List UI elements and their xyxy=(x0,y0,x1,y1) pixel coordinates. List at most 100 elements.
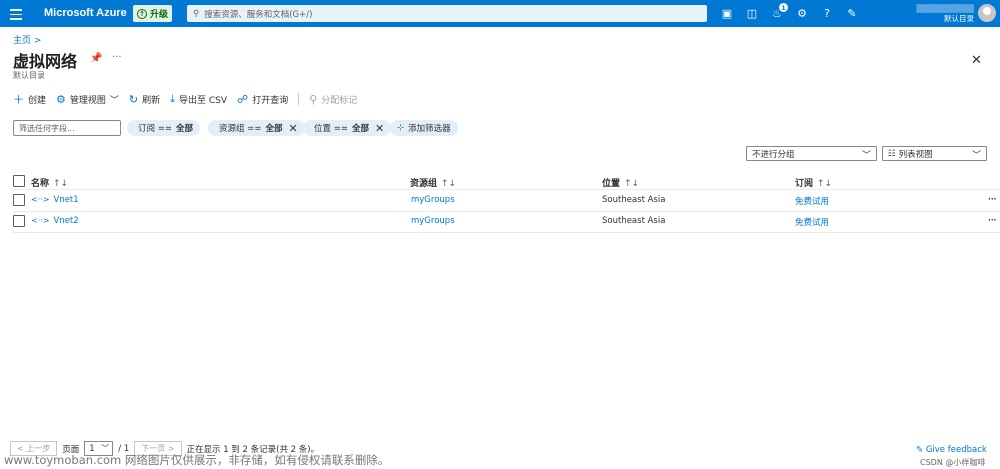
location-cell: Southeast Asia xyxy=(602,195,666,205)
resource-group-link[interactable]: myGroups xyxy=(411,216,455,226)
header-label: 资源组 xyxy=(410,179,438,189)
manage-view-label: 管理视图 xyxy=(69,95,106,106)
row-checkbox[interactable] xyxy=(13,194,25,206)
sort-icon: ↑↓ xyxy=(817,179,833,189)
notifications-icon[interactable]: ♨ 1 xyxy=(768,3,788,22)
filter-value: 全部 xyxy=(175,124,193,134)
refresh-label: 刷新 xyxy=(142,95,161,106)
directory-filter-icon[interactable]: ◫ xyxy=(743,4,761,22)
select-all-checkbox[interactable] xyxy=(13,175,25,187)
feedback-icon[interactable]: ✎ xyxy=(843,4,861,22)
virtual-network-icon: <··> xyxy=(31,195,50,204)
assign-tags-label: 分配标记 xyxy=(321,95,358,106)
filter-field-input[interactable]: 筛选任何字段... xyxy=(13,120,121,136)
close-icon[interactable]: ✕ xyxy=(375,122,384,135)
subscription-link[interactable]: 免费试用 xyxy=(795,195,829,207)
header-label: 位置 xyxy=(602,179,621,189)
upgrade-button[interactable]: ↑ 升级 xyxy=(133,5,173,22)
filter-key: 订阅 == xyxy=(138,124,172,134)
list-view-icon: ☷ xyxy=(888,148,896,159)
page-subtitle: 默认目录 xyxy=(13,71,45,80)
give-feedback-link[interactable]: ✎ Give feedback xyxy=(916,445,987,455)
row-checkbox[interactable] xyxy=(13,215,25,227)
search-placeholder: 搜索资源、服务和文档(G+/) xyxy=(204,9,313,20)
assign-tags-button[interactable]: ⚲ 分配标记 xyxy=(309,93,357,106)
sort-icon: ↑↓ xyxy=(53,179,69,189)
filter-value: 全部 xyxy=(265,124,283,134)
chevron-down-icon: ﹀ xyxy=(109,95,119,106)
add-filter-button[interactable]: ⊹ 添加筛选器 xyxy=(390,120,458,136)
create-label: 创建 xyxy=(28,95,47,106)
virtual-network-icon: <··> xyxy=(31,216,50,225)
more-actions-icon[interactable]: ··· xyxy=(988,213,998,227)
close-icon[interactable]: ✕ xyxy=(288,122,297,135)
user-directory: 默认目录 xyxy=(944,14,974,23)
create-button[interactable]: ＋ 创建 xyxy=(13,91,46,107)
open-query-button[interactable]: ☍ 打开查询 xyxy=(237,93,288,106)
grouping-dropdown[interactable]: 不进行分组 ﹀ xyxy=(746,146,877,161)
help-icon[interactable]: ? xyxy=(818,4,836,22)
resource-group-link[interactable]: myGroups xyxy=(411,195,455,205)
subscription-link[interactable]: 免费试用 xyxy=(795,216,829,228)
pin-icon[interactable]: 📌 xyxy=(90,53,102,64)
close-icon[interactable]: ✕ xyxy=(971,53,982,68)
refresh-icon: ↻ xyxy=(128,92,139,106)
table-row[interactable]: <··> Vnet1 myGroups Southeast Asia 免费试用 ·… xyxy=(13,191,1000,212)
export-csv-button[interactable]: ⤓ 导出至 CSV xyxy=(170,92,227,106)
csdn-watermark: CSDN @小样咖啡 xyxy=(920,458,986,467)
grouping-value: 不进行分组 xyxy=(752,149,795,160)
plus-icon: ＋ xyxy=(13,93,24,106)
tag-icon: ⚲ xyxy=(309,92,318,106)
cloud-shell-icon[interactable]: ▣ xyxy=(718,4,736,22)
sort-icon: ↑↓ xyxy=(441,179,457,189)
gear-icon: ⚙ xyxy=(56,92,66,106)
vnet-name-cell[interactable]: <··> Vnet1 xyxy=(31,195,79,205)
open-query-label: 打开查询 xyxy=(252,95,289,106)
vnet-link[interactable]: Vnet1 xyxy=(54,195,79,205)
search-icon: ⚲ xyxy=(193,8,200,19)
table-header: 名称 ↑↓ 资源组 ↑↓ 位置 ↑↓ 订阅 ↑↓ xyxy=(13,172,1000,190)
feedback-icon: ✎ xyxy=(916,445,924,455)
brand-logo[interactable]: Microsoft Azure xyxy=(44,7,127,19)
column-header-resource-group[interactable]: 资源组 ↑↓ xyxy=(410,176,456,189)
export-csv-label: 导出至 CSV xyxy=(179,95,228,106)
chevron-down-icon: ﹀ xyxy=(861,151,871,161)
subscription-filter-pill[interactable]: 订阅 == 全部 xyxy=(127,120,200,136)
global-search-input[interactable]: ⚲ 搜索资源、服务和文档(G+/) xyxy=(187,5,707,22)
view-mode-value: 列表视图 xyxy=(898,149,933,160)
sort-icon: ↑↓ xyxy=(624,179,640,189)
filter-key: 资源组 == xyxy=(219,124,262,134)
manage-view-button[interactable]: ⚙ 管理视图 ﹀ xyxy=(56,93,119,106)
upgrade-label: 升级 xyxy=(150,10,169,20)
filter-key: 位置 == xyxy=(314,124,348,134)
avatar[interactable] xyxy=(978,4,996,22)
more-options-icon[interactable]: ··· xyxy=(112,52,122,63)
settings-gear-icon[interactable]: ⚙ xyxy=(793,4,811,22)
more-actions-icon[interactable]: ··· xyxy=(988,192,998,206)
vnet-link[interactable]: Vnet2 xyxy=(54,216,79,226)
vnet-name-cell[interactable]: <··> Vnet2 xyxy=(31,216,79,226)
toolbar-divider xyxy=(298,93,300,105)
header-label: 订阅 xyxy=(795,179,814,189)
notification-badge: 1 xyxy=(779,3,788,12)
add-filter-icon: ⊹ xyxy=(397,123,405,133)
menu-icon[interactable] xyxy=(8,6,24,22)
user-account[interactable]: ▒▒▒▒▒▒▒▒▒▒ 默认目录 xyxy=(916,4,974,24)
location-filter-pill[interactable]: 位置 == 全部 ✕ xyxy=(303,120,392,136)
view-mode-dropdown[interactable]: ☷ 列表视图 ﹀ xyxy=(882,146,987,161)
breadcrumb[interactable]: 主页 > xyxy=(13,33,41,46)
upgrade-arrow-icon: ↑ xyxy=(137,8,147,19)
column-header-subscription[interactable]: 订阅 ↑↓ xyxy=(795,176,832,189)
column-header-name[interactable]: 名称 ↑↓ xyxy=(31,176,68,189)
chevron-down-icon: ﹀ xyxy=(971,151,981,161)
filter-value: 全部 xyxy=(351,124,369,134)
resource-group-filter-pill[interactable]: 资源组 == 全部 ✕ xyxy=(208,120,305,136)
column-header-location[interactable]: 位置 ↑↓ xyxy=(602,176,639,189)
query-icon: ☍ xyxy=(237,92,249,106)
table-row[interactable]: <··> Vnet2 myGroups Southeast Asia 免费试用 ·… xyxy=(13,212,1000,233)
location-cell: Southeast Asia xyxy=(602,216,666,226)
top-bar: Microsoft Azure ↑ 升级 ⚲ 搜索资源、服务和文档(G+/) ▣… xyxy=(0,0,1000,27)
command-bar: ＋ 创建 ⚙ 管理视图 ﹀ ↻ 刷新 ⤓ 导出至 CSV ☍ 打开查询 ⚲ 分配… xyxy=(13,92,367,106)
watermark-text: www.toymoban.com 网络图片仅供展示，非存储，如有侵权请联系删除。 xyxy=(4,453,390,467)
refresh-button[interactable]: ↻ 刷新 xyxy=(129,93,160,106)
